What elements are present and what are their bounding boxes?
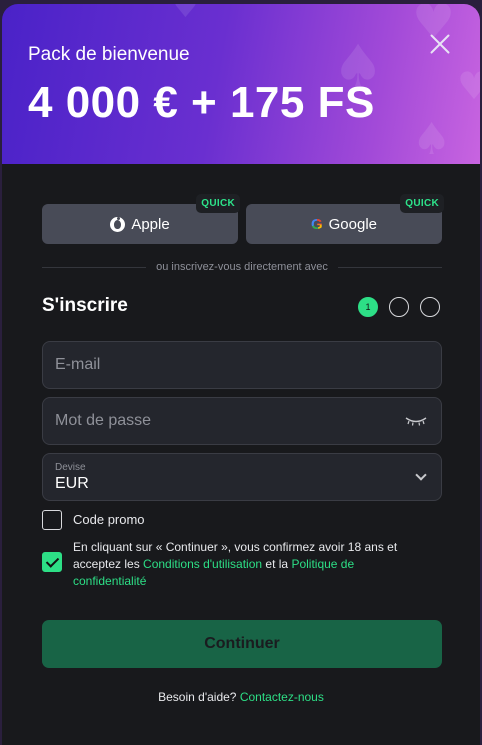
eye-closed-icon[interactable]: [405, 416, 427, 426]
currency-select[interactable]: Devise EUR: [42, 453, 442, 501]
quick-badge: QUICK: [196, 194, 240, 213]
promo-code-label: Code promo: [73, 512, 145, 527]
help-text: Besoin d'aide? Contactez-nous: [2, 690, 480, 704]
banner-subtitle: Pack de bienvenue: [28, 44, 190, 65]
divider: ou inscrivez-vous directement avec: [42, 260, 443, 274]
promo-code-checkbox[interactable]: [42, 510, 62, 530]
terms-of-use-link[interactable]: Conditions d'utilisation: [143, 557, 262, 571]
step-1: 1: [358, 297, 378, 317]
welcome-banner: ♠ ♥ ♥ ♠ ♥ Pack de bienvenue 4 000 € + 17…: [2, 4, 480, 164]
help-label: Besoin d'aide?: [158, 690, 240, 704]
terms-checkbox[interactable]: [42, 552, 62, 572]
step-2: [389, 297, 409, 317]
email-input[interactable]: [55, 342, 395, 388]
step-indicator: 1: [358, 297, 440, 317]
contact-us-link[interactable]: Contactez-nous: [240, 690, 324, 704]
form-title: S'inscrire: [42, 295, 128, 316]
currency-label: Devise: [55, 462, 86, 473]
password-field-wrapper: [42, 397, 442, 445]
heart-icon: ♥: [457, 64, 480, 108]
terms-text: En cliquant sur « Continuer », vous conf…: [73, 539, 403, 590]
apple-button-label: Apple: [131, 215, 170, 233]
banner-title: 4 000 € + 175 FS: [28, 78, 375, 127]
email-field-wrapper: [42, 341, 442, 389]
divider-line: [337, 266, 443, 268]
google-icon: G: [310, 215, 323, 233]
spade-icon: ♠: [412, 114, 452, 164]
apple-icon: [110, 216, 126, 232]
terms-text-part: et la: [262, 557, 292, 571]
currency-value: EUR: [55, 475, 89, 492]
chevron-down-icon: [415, 469, 427, 481]
google-signin-button[interactable]: G Google QUICK: [246, 194, 444, 244]
signup-modal: ♠ ♥ ♥ ♠ ♥ Pack de bienvenue 4 000 € + 17…: [2, 4, 480, 745]
quick-badge: QUICK: [400, 194, 444, 213]
apple-signin-button[interactable]: Apple QUICK: [42, 194, 240, 244]
google-button-label: Google: [328, 215, 378, 233]
close-icon[interactable]: [428, 32, 452, 56]
password-input[interactable]: [55, 398, 395, 444]
continue-button[interactable]: Continuer: [42, 620, 442, 668]
heart-icon: ♥: [172, 4, 199, 25]
divider-line: [42, 266, 147, 268]
step-3: [420, 297, 440, 317]
divider-text: ou inscrivez-vous directement avec: [156, 261, 328, 273]
